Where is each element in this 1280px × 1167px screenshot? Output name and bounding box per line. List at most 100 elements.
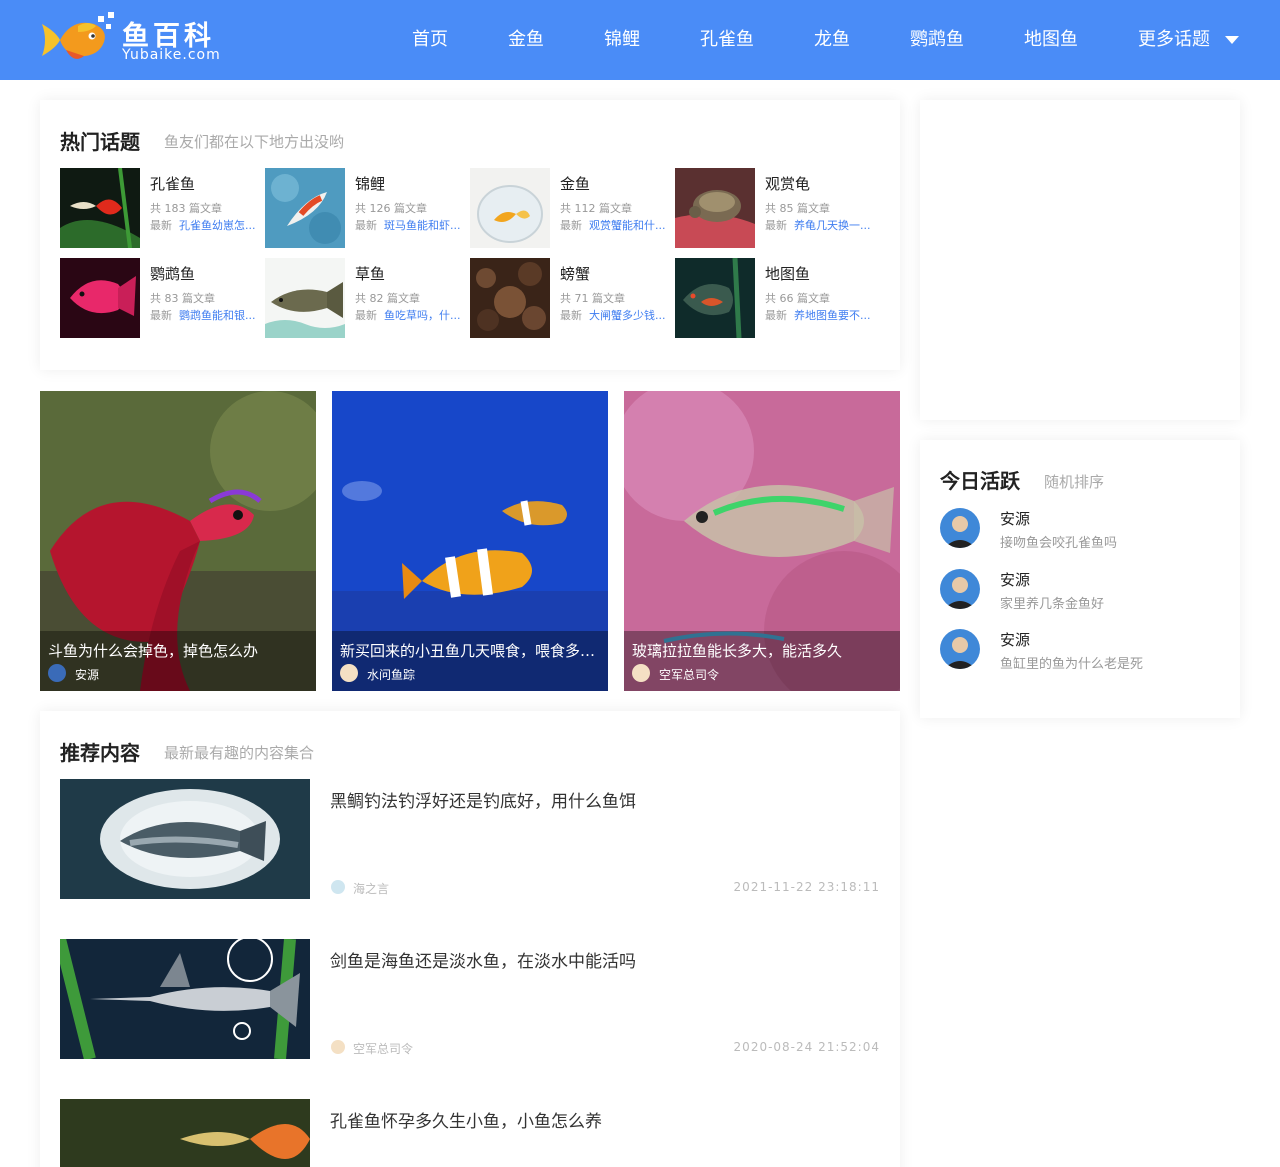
top-header: 鱼百科 Yubaike.com 首页 金鱼 锦鲤 孔雀鱼 龙鱼 鹦鹉鱼 地图鱼 … — [0, 0, 1280, 80]
topic-koi[interactable]: 锦鲤 共 126 篇文章 最新 斑马鱼能和虾... — [265, 168, 470, 248]
active-user[interactable]: 安源 家里养几条金鱼好 — [940, 569, 1220, 613]
topic-latest-link[interactable]: 养龟几天换一... — [794, 219, 871, 232]
topic-oscar[interactable]: 地图鱼 共 66 篇文章 最新 养地图鱼要不... — [675, 258, 880, 338]
topic-guppy[interactable]: 孔雀鱼 共 183 篇文章 最新 孔雀鱼幼崽怎... — [60, 168, 265, 248]
user-name[interactable]: 安源 — [1000, 508, 1030, 529]
topic-latest-link[interactable]: 鱼吃草吗，什... — [384, 309, 461, 322]
topic-thumbnail[interactable] — [265, 258, 345, 338]
featured-card-glassfish[interactable]: 玻璃拉拉鱼能长多大，能活多久 空军总司令 — [624, 391, 900, 691]
active-user[interactable]: 安源 接吻鱼会咬孔雀鱼吗 — [940, 508, 1220, 552]
topic-count: 共 71 篇文章 — [560, 292, 625, 305]
nav-arowana[interactable]: 龙鱼 — [814, 28, 850, 52]
featured-author[interactable]: 安源 — [75, 666, 99, 683]
topic-latest-link[interactable]: 养地图鱼要不... — [794, 309, 871, 322]
recommended-item[interactable]: 黑鲷钓法钓浮好还是钓底好，用什么鱼饵 海之言 2021-11-22 23:18:… — [60, 779, 880, 899]
topic-thumbnail[interactable] — [60, 258, 140, 338]
avatar — [632, 664, 650, 682]
topic-parrotfish[interactable]: 鹦鹉鱼 共 83 篇文章 最新 鹦鹉鱼能和银... — [60, 258, 265, 338]
topic-name[interactable]: 草鱼 — [355, 263, 385, 284]
featured-card-clownfish[interactable]: 新买回来的小丑鱼几天喂食，喂食多少合适 水问鱼踪 — [332, 391, 608, 691]
nav-guppy[interactable]: 孔雀鱼 — [700, 28, 754, 52]
topic-thumbnail[interactable] — [265, 168, 345, 248]
active-today-title: 今日活跃 — [940, 469, 1020, 493]
nav-oscar[interactable]: 地图鱼 — [1024, 28, 1078, 52]
topic-thumbnail[interactable] — [60, 168, 140, 248]
topic-latest: 最新 大闸蟹多少钱... — [560, 309, 666, 322]
topic-crab[interactable]: 螃蟹 共 71 篇文章 最新 大闸蟹多少钱... — [470, 258, 675, 338]
featured-caption: 玻璃拉拉鱼能长多大，能活多久 空军总司令 — [624, 631, 900, 691]
topic-latest: 最新 孔雀鱼幼崽怎... — [150, 219, 256, 232]
topic-latest-link[interactable]: 孔雀鱼幼崽怎... — [179, 219, 256, 232]
caret-down-icon[interactable] — [1225, 36, 1239, 44]
topic-count: 共 183 篇文章 — [150, 202, 222, 215]
nav-goldfish[interactable]: 金鱼 — [508, 28, 544, 52]
topic-goldfish[interactable]: 金鱼 共 112 篇文章 最新 观赏蟹能和什... — [470, 168, 675, 248]
featured-title[interactable]: 斗鱼为什么会掉色，掉色怎么办 — [48, 640, 306, 661]
avatar[interactable] — [940, 508, 980, 548]
topic-count: 共 83 篇文章 — [150, 292, 215, 305]
recommended-item[interactable]: 孔雀鱼怀孕多久生小鱼，小鱼怎么养 — [60, 1099, 880, 1167]
topic-name[interactable]: 锦鲤 — [355, 173, 385, 194]
topic-latest: 最新 观赏蟹能和什... — [560, 219, 666, 232]
site-logo[interactable]: 鱼百科 Yubaike.com — [38, 10, 238, 70]
goldfish-logo-icon — [42, 12, 114, 59]
topic-name[interactable]: 螃蟹 — [560, 263, 590, 284]
topic-name[interactable]: 观赏龟 — [765, 173, 810, 194]
topic-thumbnail[interactable] — [470, 168, 550, 248]
active-user[interactable]: 安源 鱼缸里的鱼为什么老是死 — [940, 629, 1220, 673]
article-thumbnail[interactable] — [60, 1099, 310, 1167]
featured-author[interactable]: 水问鱼踪 — [367, 666, 415, 683]
topic-latest-link[interactable]: 斑马鱼能和虾... — [384, 219, 461, 232]
featured-author[interactable]: 空军总司令 — [659, 666, 719, 683]
recommended-item[interactable]: 剑鱼是海鱼还是淡水鱼，在淡水中能活吗 空军总司令 2020-08-24 21:5… — [60, 939, 880, 1059]
avatar — [340, 664, 358, 682]
hot-topics-card: 热门话题 鱼友们都在以下地方出没哟 孔雀鱼 共 183 篇文章 最新 孔雀鱼幼崽… — [40, 100, 900, 370]
avatar[interactable] — [940, 569, 980, 609]
article-timestamp: 2020-08-24 21:52:04 — [733, 1040, 880, 1054]
featured-card-betta[interactable]: 斗鱼为什么会掉色，掉色怎么办 安源 — [40, 391, 316, 691]
avatar — [331, 880, 345, 894]
featured-title[interactable]: 新买回来的小丑鱼几天喂食，喂食多少合适 — [340, 640, 598, 661]
sidebar-blank-card — [920, 100, 1240, 420]
user-latest-post[interactable]: 家里养几条金鱼好 — [1000, 593, 1104, 612]
topic-name[interactable]: 地图鱼 — [765, 263, 810, 284]
topic-latest: 最新 鹦鹉鱼能和银... — [150, 309, 256, 322]
nav-koi[interactable]: 锦鲤 — [604, 28, 640, 52]
nav-parrotfish[interactable]: 鹦鹉鱼 — [910, 28, 964, 52]
featured-caption: 斗鱼为什么会掉色，掉色怎么办 安源 — [40, 631, 316, 691]
topic-latest-link[interactable]: 鹦鹉鱼能和银... — [179, 309, 256, 322]
hot-topics-subtitle: 鱼友们都在以下地方出没哟 — [164, 133, 345, 151]
article-title[interactable]: 黑鲷钓法钓浮好还是钓底好，用什么鱼饵 — [330, 787, 636, 812]
nav-more-topics[interactable]: 更多话题 — [1138, 28, 1210, 52]
topic-turtle[interactable]: 观赏龟 共 85 篇文章 最新 养龟几天换一... — [675, 168, 880, 248]
article-title[interactable]: 孔雀鱼怀孕多久生小鱼，小鱼怎么养 — [330, 1107, 602, 1132]
user-latest-post[interactable]: 接吻鱼会咬孔雀鱼吗 — [1000, 532, 1117, 551]
article-author[interactable]: 空军总司令 — [353, 1040, 413, 1057]
user-name[interactable]: 安源 — [1000, 569, 1030, 590]
user-name[interactable]: 安源 — [1000, 629, 1030, 650]
featured-title[interactable]: 玻璃拉拉鱼能长多大，能活多久 — [632, 640, 890, 661]
article-title[interactable]: 剑鱼是海鱼还是淡水鱼，在淡水中能活吗 — [330, 947, 636, 972]
article-author[interactable]: 海之言 — [353, 880, 389, 897]
topic-name[interactable]: 孔雀鱼 — [150, 173, 195, 194]
avatar[interactable] — [940, 629, 980, 669]
article-thumbnail[interactable] — [60, 779, 310, 899]
topic-count: 共 126 篇文章 — [355, 202, 427, 215]
topic-count: 共 82 篇文章 — [355, 292, 420, 305]
topic-thumbnail[interactable] — [675, 258, 755, 338]
topic-name[interactable]: 鹦鹉鱼 — [150, 263, 195, 284]
topic-name[interactable]: 金鱼 — [560, 173, 590, 194]
topic-count: 共 85 篇文章 — [765, 202, 830, 215]
topic-count: 共 112 篇文章 — [560, 202, 632, 215]
featured-caption: 新买回来的小丑鱼几天喂食，喂食多少合适 水问鱼踪 — [332, 631, 608, 691]
topic-latest: 最新 养龟几天换一... — [765, 219, 871, 232]
active-today-subtitle: 随机排序 — [1044, 473, 1105, 491]
topic-grass-carp[interactable]: 草鱼 共 82 篇文章 最新 鱼吃草吗，什... — [265, 258, 470, 338]
nav-home[interactable]: 首页 — [412, 28, 448, 52]
article-thumbnail[interactable] — [60, 939, 310, 1059]
topic-thumbnail[interactable] — [470, 258, 550, 338]
topic-latest-link[interactable]: 大闸蟹多少钱... — [589, 309, 666, 322]
topic-thumbnail[interactable] — [675, 168, 755, 248]
topic-latest-link[interactable]: 观赏蟹能和什... — [589, 219, 666, 232]
user-latest-post[interactable]: 鱼缸里的鱼为什么老是死 — [1000, 653, 1143, 672]
